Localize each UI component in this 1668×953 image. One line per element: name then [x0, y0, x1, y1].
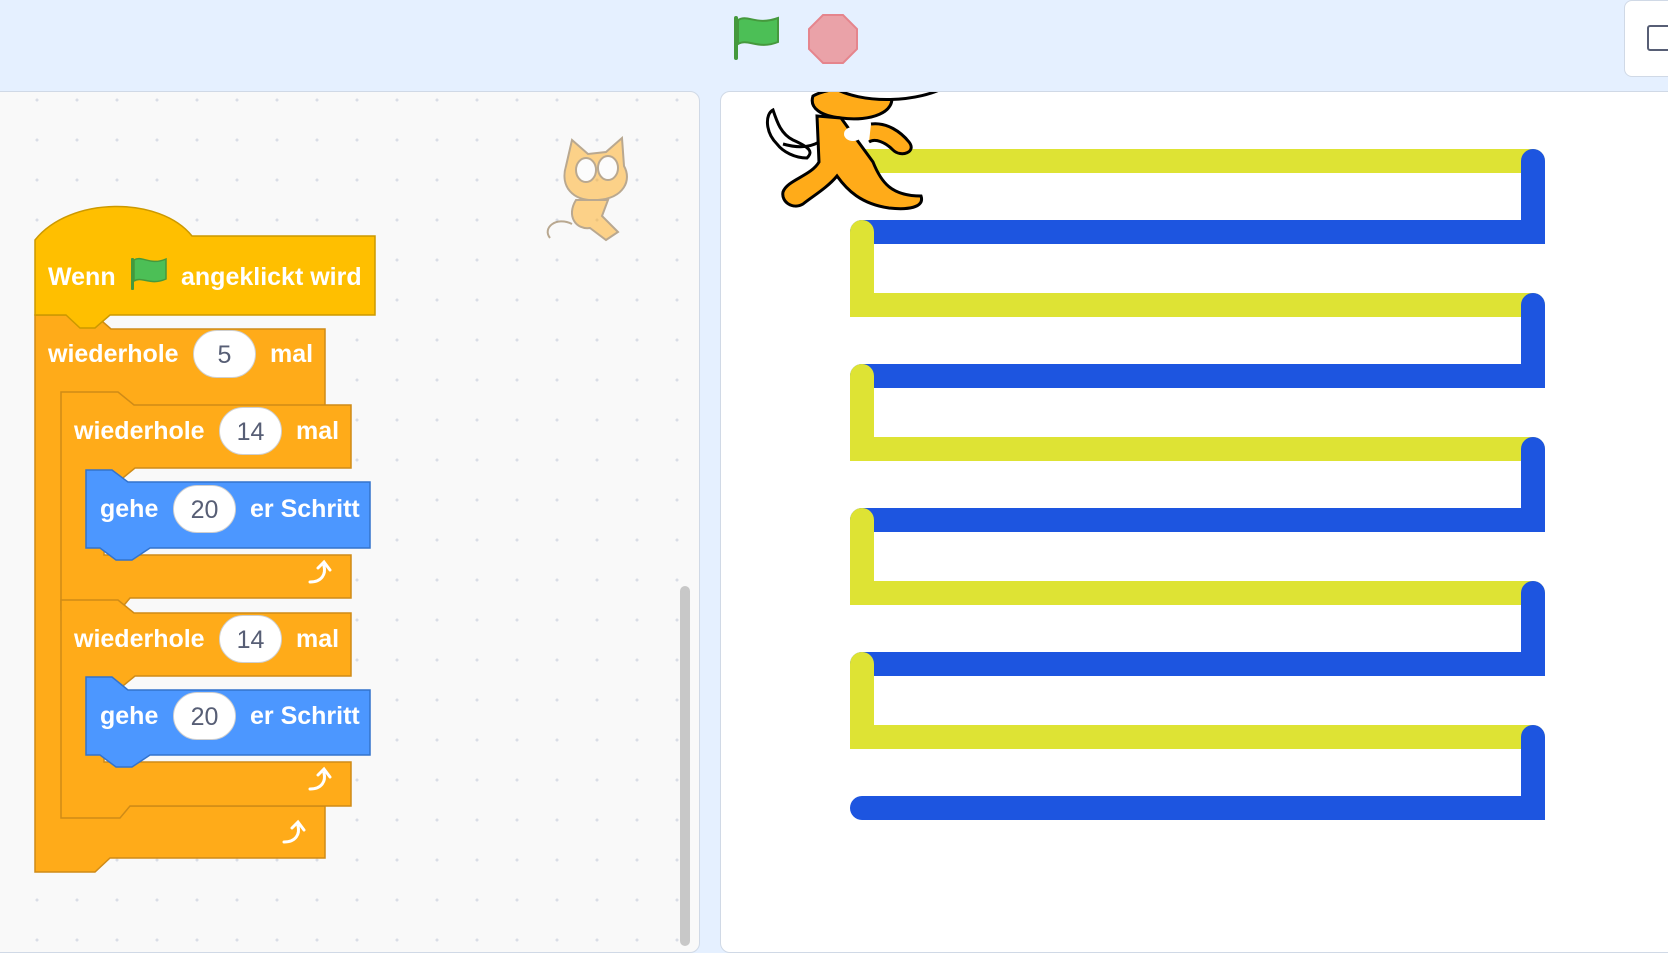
repeat-1-unit: mal — [296, 417, 340, 445]
repeat-1-count-input[interactable]: 14 — [219, 407, 282, 455]
move-1-unit: er Schritt — [250, 495, 360, 523]
repeat-1-label: wiederhole — [74, 417, 205, 445]
repeat-2-unit: mal — [296, 625, 340, 653]
move-1-label: gehe — [100, 495, 159, 523]
move-2-unit: er Schritt — [250, 702, 360, 730]
hat-label-when: Wenn — [48, 263, 116, 291]
move-2-steps-input[interactable]: 20 — [173, 692, 236, 740]
small-stage-button[interactable] — [1624, 0, 1668, 77]
repeat-2-label: wiederhole — [74, 625, 205, 653]
blocks-svg — [34, 205, 376, 873]
hat-label-clicked: angeklickt wird — [181, 263, 362, 291]
small-stage-icon — [1647, 25, 1668, 51]
stage[interactable] — [720, 91, 1668, 953]
stop-sign-icon — [808, 14, 858, 64]
green-flag-button[interactable] — [730, 12, 782, 64]
repeat-outer-unit: mal — [270, 340, 314, 368]
repeat-outer-count-input[interactable]: 5 — [193, 330, 256, 378]
move-2-label: gehe — [100, 702, 159, 730]
stop-button[interactable] — [806, 12, 860, 66]
green-flag-icon — [734, 16, 779, 60]
pen-drawing — [766, 92, 1545, 820]
move-1-steps-input[interactable]: 20 — [173, 485, 236, 533]
repeat-2-count-input[interactable]: 14 — [219, 615, 282, 663]
repeat-outer-label: wiederhole — [48, 340, 179, 368]
